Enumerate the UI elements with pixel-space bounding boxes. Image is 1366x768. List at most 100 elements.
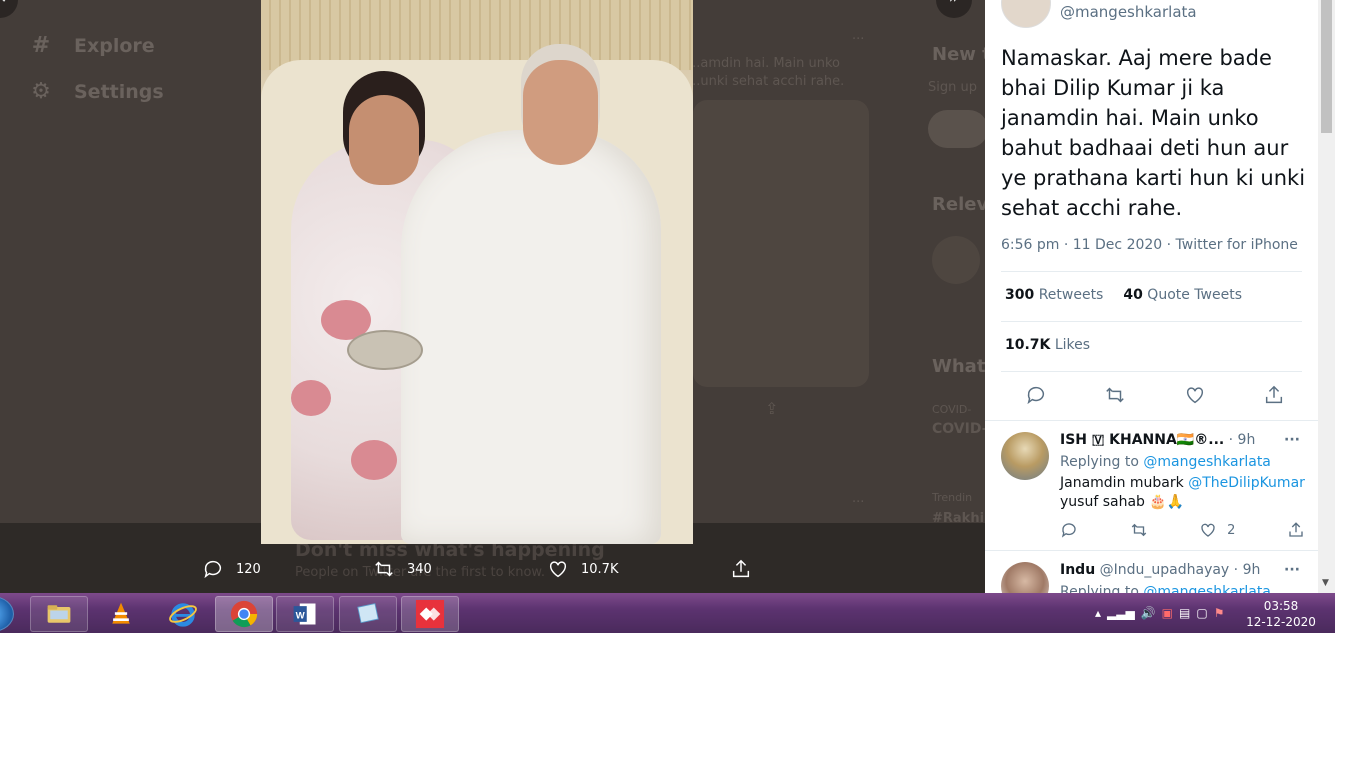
avatar[interactable] [1001,0,1051,28]
word-icon: W [293,603,316,625]
like-count: 10.7K [581,561,619,577]
avatar[interactable] [1001,432,1049,480]
share-button[interactable] [730,556,752,582]
reply-icon[interactable] [1060,521,1078,539]
reply-button[interactable]: 120 [202,556,261,582]
tweet-timestamp[interactable]: 6:56 pm · 11 Dec 2020 · Twitter for iPho… [1001,237,1298,253]
photo-face [349,95,419,185]
reply-text-line: yusuf sahab 🎂🙏 [1060,494,1185,510]
retweet-icon[interactable] [1104,384,1126,406]
close-icon[interactable]: ✕ [0,0,18,18]
scroll-down-icon[interactable]: ▼ [1322,578,1329,588]
svg-text:W: W [296,610,306,621]
retweet-icon[interactable] [1130,521,1148,539]
reply-icon[interactable] [1025,384,1047,406]
tweet-detail-panel: @mangeshkarlata Namaskar. Aaj mere bade … [985,0,1318,593]
retweet-count: 340 [407,561,432,577]
taskbar-anydesk[interactable] [401,596,459,632]
mention-link[interactable]: @TheDilipKumar [1188,475,1305,491]
mention-link[interactable]: @mangeshkarlata [1143,584,1271,593]
sidebar-item-label: Settings [74,81,164,103]
taskbar-vlc[interactable] [92,596,150,632]
chrome-icon [230,600,258,628]
tweet-text: Namaskar. Aaj mere bade bhai Dilip Kumar… [1001,46,1306,220]
taskbar-internet-explorer[interactable] [154,596,212,632]
clock-date: 12-12-2020 [1246,615,1316,629]
reply-tweet[interactable]: Indu @Indu_upadhayay · 9h ··· Replying t… [985,550,1318,593]
system-tray: ▴ ▂▃▅ 🔊 ▣ ▤ ▢ ⚑ [1095,593,1224,633]
divider [1001,271,1302,272]
retweets-stat[interactable]: 300 Retweets [1005,287,1103,303]
taskbar-clock[interactable]: 03:58 12-12-2020 [1246,598,1316,630]
reply-text-line: Janamdin mubark @TheDilipKumar [1060,475,1305,491]
display-icon[interactable]: ▢ [1196,606,1207,620]
likes-stat[interactable]: 10.7K Likes [1005,337,1090,353]
share-icon[interactable] [1287,521,1305,539]
action-center-icon[interactable]: ⚑ [1214,606,1225,620]
replying-to: Replying to @mangeshkarlata [1060,584,1271,593]
volume-icon[interactable]: 🔊 [1141,606,1156,620]
background-snippet: ...amdin hai. Main unko [688,56,841,71]
scrollbar[interactable]: ▼ [1318,0,1335,593]
photo-plate [347,330,423,370]
avatar[interactable] [1001,562,1049,593]
show-hidden-icons-icon[interactable]: ▴ [1095,606,1101,620]
share-icon [732,559,750,578]
share-icon[interactable] [1263,384,1285,406]
internet-explorer-icon [169,603,197,627]
background-media [693,100,869,387]
background-snippet: ...unki sehat acchi rahe. [688,74,845,89]
tweet-stats: 300 Retweets 40 Quote Tweets [1005,287,1242,303]
pdf-tray-icon[interactable]: ▣ [1162,606,1173,620]
taskbar-file-explorer[interactable] [30,596,88,632]
anydesk-icon [415,599,445,629]
notification-icon[interactable]: ▤ [1179,606,1190,620]
reply-tweet[interactable]: ISH 🇻 KHANNA🇮🇳®... · 9h ··· Replying to … [985,420,1318,550]
like-button[interactable]: 10.7K [547,556,618,582]
expand-icon[interactable]: » [936,0,972,18]
share-icon: ⇪ [765,399,779,418]
sidebar-item-settings[interactable]: ⚙ Settings [30,79,164,104]
background-text: COVID- [932,421,988,437]
start-button[interactable] [0,596,14,632]
photo-flower [291,380,331,416]
taskbar-chrome[interactable] [215,596,273,632]
background-text: Sign up [928,80,977,95]
more-icon[interactable]: ··· [1284,432,1300,448]
sidebar-item-explore[interactable]: # Explore [30,33,155,58]
hashtag-icon: # [31,33,51,58]
scrollbar-thumb[interactable] [1321,0,1332,133]
gear-icon: ⚙ [31,79,51,104]
clock-time: 03:58 [1263,599,1299,613]
reply-like-button[interactable]: 2 [1199,521,1235,539]
background-text: #Rakhi [932,511,985,526]
reply-age: · 9h [1233,562,1261,578]
tweet-photo[interactable] [261,0,693,544]
background-text: Trendin [932,491,973,504]
taskbar-word[interactable]: W [276,596,334,632]
reply-author-handle[interactable]: @Indu_upadhayay [1100,562,1230,578]
reply-header: Indu @Indu_upadhayay · 9h [1060,562,1260,578]
reply-author-name[interactable]: Indu [1060,562,1095,578]
mention-link[interactable]: @mangeshkarlata [1143,454,1271,470]
background-heading: Relev [932,194,989,215]
heart-icon[interactable] [1184,384,1206,406]
more-icon: ··· [852,32,865,47]
photo-face [523,60,598,165]
retweet-button[interactable]: 340 [373,556,432,582]
quote-tweets-stat[interactable]: 40 Quote Tweets [1123,287,1242,303]
taskbar-snipping-tool[interactable] [339,596,397,632]
author-handle[interactable]: @mangeshkarlata [1060,3,1197,21]
vlc-icon [112,602,130,624]
reply-count: 120 [236,561,261,577]
divider [1001,371,1302,372]
reply-author-name[interactable]: ISH 🇻 KHANNA🇮🇳®... [1060,432,1224,448]
more-icon[interactable]: ··· [1284,562,1300,578]
network-icon[interactable]: ▂▃▅ [1107,606,1135,620]
photo-man [401,130,661,544]
reply-icon [204,560,222,579]
background-text: COVID- [932,403,972,416]
background-avatar [932,236,980,284]
heart-icon [549,561,567,578]
reply-actions: 2 [1060,521,1305,539]
